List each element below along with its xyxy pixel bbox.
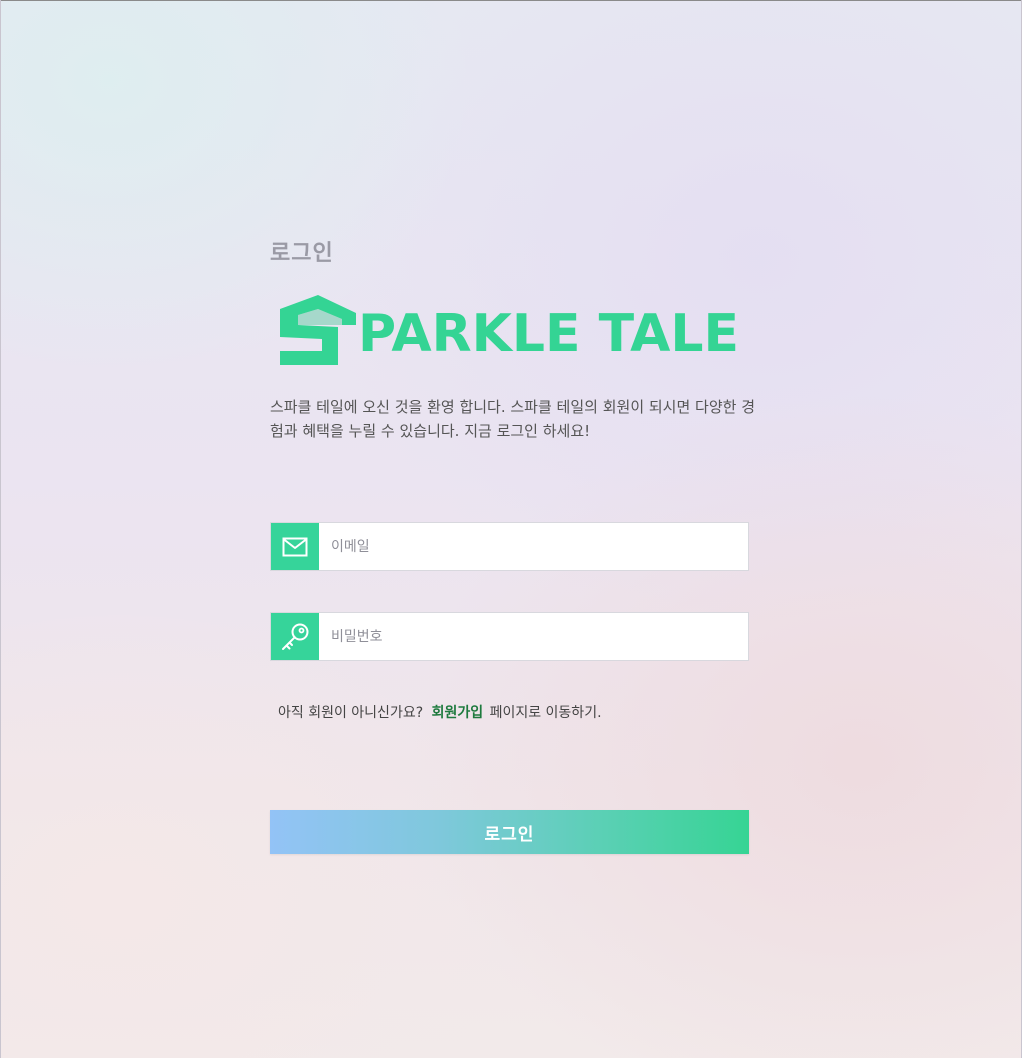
welcome-message: 스파클 테일에 오신 것을 환영 합니다. 스파클 테일의 회원이 되시면 다양… [270,398,756,440]
window-top-border [0,0,1022,1]
login-button[interactable]: 로그인 [270,810,749,854]
logo-s-mark-icon [280,295,356,365]
email-field [270,522,749,571]
page-title: 로그인 [270,241,334,266]
key-icon [282,623,309,650]
signup-suffix-text: 페이지로 이동하기. [489,705,602,721]
password-field [270,612,749,661]
signup-link[interactable]: 회원가입 [432,705,484,721]
signup-prefix-text: 아직 회원이 아니신가요? [278,705,424,721]
email-icon-box [271,523,319,570]
signup-prompt: 아직 회원이 아니신가요? 회원가입 페이지로 이동하기. [278,702,602,722]
logo-text: PARKLE TALE [358,304,740,364]
sparkle-tale-logo: PARKLE TALE [278,295,739,367]
password-input[interactable] [319,613,748,660]
window-left-border [0,0,1,1058]
password-icon-box [271,613,319,660]
email-input[interactable] [319,523,748,570]
envelope-icon [282,537,308,556]
